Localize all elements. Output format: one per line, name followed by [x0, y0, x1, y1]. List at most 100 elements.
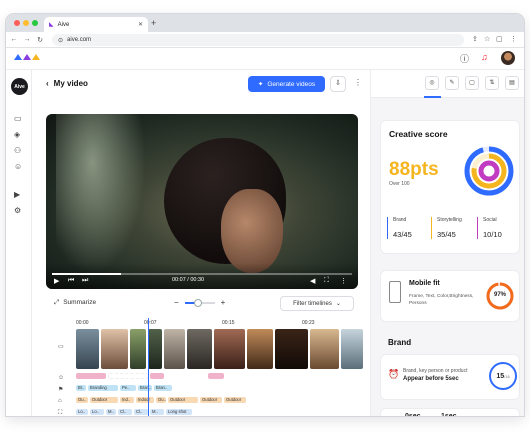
back-icon[interactable]: ← — [9, 36, 19, 43]
aive-badge[interactable]: Aive — [11, 78, 28, 95]
playback-progress-bar[interactable] — [52, 273, 352, 275]
setting-segment[interactable]: Outdoor — [168, 397, 198, 403]
phone-icon — [389, 281, 401, 303]
clip-thumbnail[interactable] — [76, 329, 100, 369]
setting-segment[interactable]: Ou.. — [76, 397, 88, 403]
setting-segment[interactable]: Outdoor — [90, 397, 118, 403]
brand-label: Brand — [393, 217, 407, 223]
brand-segment[interactable]: Br.. — [76, 385, 86, 391]
zoom-slider[interactable] — [184, 298, 215, 307]
setting-segment[interactable]: Ou.. — [156, 397, 166, 403]
close-window-dot[interactable] — [14, 20, 20, 26]
setting-segment[interactable]: Outdoor — [200, 397, 222, 403]
brand-appearance-count: 15 — [496, 372, 505, 380]
clip-thumbnail[interactable] — [340, 329, 363, 369]
shot-segment[interactable]: M.. — [150, 409, 164, 415]
zoom-out-icon[interactable]: − — [174, 298, 179, 307]
track-segment[interactable] — [150, 373, 164, 379]
bookmark-star-icon[interactable]: ☆ — [484, 35, 490, 43]
mobile-fit-card: Mobile fit Frame, Text, Color,Brightness… — [380, 270, 520, 322]
panel-tabs: ◎ ✎ ▢ ⇅ ▤ — [371, 70, 524, 98]
timeline: 00:00 00:07 00:15 00:23 ▭ ☺ ⚑ Br.. Brand… — [38, 318, 368, 416]
track-segment[interactable] — [208, 373, 224, 379]
clip-thumbnail[interactable] — [130, 329, 147, 369]
shot-segment[interactable]: Lo.. — [76, 409, 88, 415]
notification-bell-icon[interactable]: ♫ — [481, 52, 488, 62]
sec-markers-card: 0sec 1sec — [380, 408, 520, 416]
timeline-toolbar: ⤢ Summarize − + Filter timelines ⌄ — [46, 293, 358, 313]
clip-thumbnail[interactable] — [163, 329, 185, 369]
site-info-icon[interactable]: ⊙ — [58, 37, 63, 44]
aive-favicon-icon: ◣ — [49, 22, 54, 28]
generate-videos-button[interactable]: ✦ Generate videos — [248, 76, 325, 92]
users-icon[interactable]: ⚇ — [14, 146, 21, 155]
track-segment[interactable] — [76, 373, 106, 379]
download-button[interactable]: ⇩ — [330, 76, 346, 92]
shot-segment[interactable]: Long shot — [166, 409, 192, 415]
settings-icon[interactable]: ⚙ — [14, 206, 21, 215]
filter-timelines-button[interactable]: Filter timelines ⌄ — [280, 296, 354, 311]
zoom-slider-handle[interactable] — [194, 298, 203, 307]
summarize-label: Summarize — [63, 299, 97, 306]
video-icon[interactable]: ▶ — [14, 190, 20, 199]
track-segment — [108, 373, 148, 379]
folder-icon[interactable]: ▭ — [14, 114, 22, 123]
fullscreen-icon[interactable]: ⛶ — [324, 277, 329, 285]
brand-segment[interactable]: Bran.. — [154, 385, 172, 391]
creative-score-card: Creative score 88pts Over 100 Brand 43/4… — [380, 120, 520, 254]
setting-segment[interactable]: Ind.. — [120, 397, 134, 403]
brand-segment[interactable]: Bran.. — [138, 385, 152, 391]
setting-segment[interactable]: Indoor — [136, 397, 154, 403]
clip-thumbnail[interactable] — [274, 329, 308, 369]
clip-thumbnail[interactable] — [309, 329, 339, 369]
minimize-window-dot[interactable] — [23, 20, 29, 26]
forward-icon[interactable]: → — [22, 36, 32, 43]
brand-segment[interactable]: Branding — [88, 385, 118, 391]
zoom-in-icon[interactable]: + — [221, 298, 226, 307]
shot-segment[interactable]: Cl.. — [118, 409, 132, 415]
tab-comments[interactable]: ▢ — [465, 76, 479, 90]
mobile-fit-desc: Frame, Text, Color,Brightness, Persons — [409, 294, 474, 306]
clip-thumbnail[interactable] — [148, 329, 162, 369]
share-icon[interactable]: ⇪ — [472, 35, 478, 43]
shot-segment[interactable]: M.. — [106, 409, 116, 415]
player-menu-icon[interactable]: ⋮ — [340, 277, 347, 285]
sidepanel-icon[interactable]: ▢ — [496, 35, 503, 43]
browser-menu-icon[interactable]: ⋮ — [510, 35, 517, 43]
close-tab-icon[interactable]: ✕ — [138, 21, 143, 28]
creative-score-title: Creative score — [389, 129, 448, 139]
volume-icon[interactable]: ◀ — [310, 277, 315, 285]
avatar[interactable] — [501, 51, 515, 65]
aive-logo[interactable] — [14, 54, 40, 60]
shot-segment[interactable]: Cl.. — [134, 409, 148, 415]
browser-tab[interactable]: ◣ Aive ✕ — [44, 17, 148, 32]
tab-creative-score[interactable]: ◎ — [424, 76, 441, 98]
more-options-icon[interactable]: ⋮ — [354, 78, 362, 87]
help-icon[interactable]: ⓘ — [460, 52, 469, 65]
tab-edit[interactable]: ✎ — [445, 76, 459, 90]
brand-track: Br.. Branding Pe.. Bran.. Bran.. — [76, 385, 363, 391]
video-player[interactable]: ▶ ⏮ ⏭ 00:07 / 00:30 ◀ ⛶ ⋮ — [46, 114, 358, 289]
tab-export[interactable]: ▤ — [505, 76, 519, 90]
play-icon[interactable]: ▶ — [54, 277, 59, 285]
reload-icon[interactable]: ↻ — [35, 36, 45, 44]
back-button[interactable]: ‹ My video — [46, 79, 88, 88]
tab-sort[interactable]: ⇅ — [485, 76, 499, 90]
summarize-button[interactable]: ⤢ Summarize — [54, 299, 96, 307]
brand-segment[interactable]: Pe.. — [120, 385, 136, 391]
new-tab-icon[interactable]: + — [151, 18, 156, 28]
url-bar[interactable]: ⊙ aive.com — [52, 34, 464, 46]
user-icon[interactable]: ☺ — [14, 162, 22, 171]
skip-forward-icon[interactable]: ⏭ — [82, 277, 88, 285]
maximize-window-dot[interactable] — [32, 20, 38, 26]
skip-back-icon[interactable]: ⏮ — [68, 277, 74, 285]
timeline-playhead[interactable] — [148, 318, 149, 416]
shot-segment[interactable]: Lo.. — [90, 409, 104, 415]
layers-icon[interactable]: ◈ — [14, 130, 20, 139]
clip-thumbnail[interactable] — [186, 329, 213, 369]
clip-thumbnail[interactable] — [214, 329, 246, 369]
clip-thumbnail[interactable] — [101, 329, 129, 369]
clip-thumbnail[interactable] — [247, 329, 273, 369]
setting-segment[interactable]: Outdoor — [224, 397, 246, 403]
video-frame-face — [221, 189, 283, 273]
